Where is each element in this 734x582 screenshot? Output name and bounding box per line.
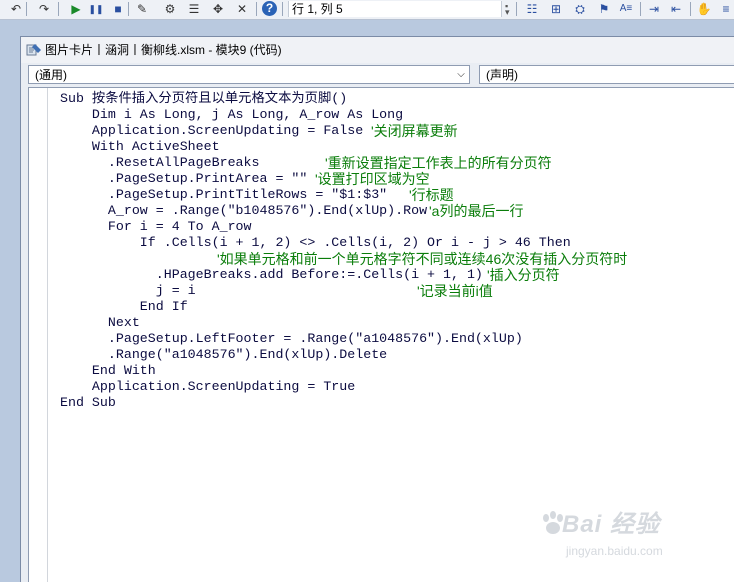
watermark-url: jingyan.baidu.com bbox=[566, 544, 663, 558]
code-line[interactable]: A_row = .Range("b1048576").End(xlUp).Row bbox=[60, 203, 427, 219]
toolbar-separator bbox=[26, 2, 27, 16]
toolbar-separator bbox=[58, 2, 59, 16]
code-comment: '关闭屏幕更新 bbox=[371, 123, 458, 139]
cursor-position-box: 行 1, 列 5 bbox=[288, 1, 502, 17]
code-comment: '重新设置指定工作表上的所有分页符 bbox=[325, 155, 552, 171]
code-line[interactable]: End With bbox=[60, 363, 156, 379]
code-window-titlebar[interactable]: 图片卡片丨涵洞丨衡柳线.xlsm - 模块9 (代码) bbox=[21, 37, 734, 63]
object-combo[interactable]: (通用) ⌵ bbox=[28, 65, 470, 84]
code-line[interactable]: .Range("a1048576").End(xlUp).Delete bbox=[60, 347, 387, 363]
undo-icon[interactable]: ↶ bbox=[8, 1, 24, 17]
code-comment: 'a列的最后一行 bbox=[429, 203, 524, 219]
watermark-text: Bai 经验 bbox=[562, 511, 661, 538]
code-line[interactable]: End If bbox=[60, 299, 188, 315]
code-comment: '行标题 bbox=[409, 187, 454, 203]
code-line[interactable]: End Sub bbox=[60, 395, 116, 411]
hand-icon[interactable]: ✋ bbox=[696, 1, 712, 17]
code-window-title: 图片卡片丨涵洞丨衡柳线.xlsm - 模块9 (代码) bbox=[45, 43, 282, 57]
object-combo-value: (通用) bbox=[35, 68, 67, 82]
help-icon[interactable]: ? bbox=[262, 1, 277, 16]
code-comment: '记录当前i值 bbox=[417, 283, 493, 299]
module-icon bbox=[26, 44, 41, 56]
code-line[interactable]: Application.ScreenUpdating = False bbox=[60, 123, 363, 139]
toolbar-separator bbox=[256, 2, 257, 16]
comment-block-icon[interactable]: ≡ bbox=[718, 1, 734, 17]
quick-info-icon[interactable]: ⛭ bbox=[572, 1, 588, 17]
procedure-combo[interactable]: (声明) bbox=[479, 65, 734, 84]
code-line[interactable]: Dim i As Long, j As Long, A_row As Long bbox=[60, 107, 403, 123]
toolbar-separator bbox=[282, 2, 283, 16]
code-line[interactable]: .PageSetup.PrintArea = "" bbox=[60, 171, 308, 187]
toolbar-separator bbox=[690, 2, 691, 16]
design-mode-icon[interactable]: ✎ bbox=[134, 1, 150, 17]
code-line[interactable]: If .Cells(i + 1, 2) <> .Cells(i, 2) Or i… bbox=[60, 235, 571, 251]
parameter-info-icon[interactable]: ⚑ bbox=[596, 1, 612, 17]
toolbox-icon[interactable]: ✕ bbox=[234, 1, 250, 17]
toolbar-separator bbox=[128, 2, 129, 16]
procedure-combo-value: (声明) bbox=[486, 68, 518, 82]
code-editor[interactable]: Sub 按条件插入分页符且以单元格文本为页脚() Dim i As Long, … bbox=[28, 87, 734, 582]
code-line[interactable]: .HPageBreaks.add Before:=.Cells(i + 1, 1… bbox=[60, 267, 483, 283]
cursor-position-label: 行 1, 列 5 bbox=[292, 2, 343, 16]
code-comment: '设置打印区域为空 bbox=[315, 171, 430, 187]
watermark: Bai 经验 jingyan.baidu.com bbox=[540, 510, 720, 564]
pause-icon[interactable]: ❚❚ bbox=[88, 1, 104, 17]
properties-icon[interactable]: ☰ bbox=[186, 1, 202, 17]
code-line[interactable]: Sub 按条件插入分页符且以单元格文本为页脚() bbox=[60, 91, 347, 107]
chevron-down-icon[interactable]: ⌵ bbox=[453, 66, 469, 83]
margin-indicator-bar[interactable] bbox=[29, 88, 48, 582]
code-line[interactable]: For i = 4 To A_row bbox=[60, 219, 252, 235]
outdent-icon[interactable]: ⇤ bbox=[668, 1, 684, 17]
complete-word-icon[interactable]: A≡ bbox=[618, 1, 634, 17]
object-browser-icon[interactable]: ✥ bbox=[210, 1, 226, 17]
indent-icon[interactable]: ⇥ bbox=[646, 1, 662, 17]
code-line[interactable]: .PageSetup.LeftFooter = .Range("a1048576… bbox=[60, 331, 523, 347]
code-line[interactable]: .ResetAllPageBreaks bbox=[60, 155, 260, 171]
code-line[interactable]: Next bbox=[60, 315, 140, 331]
code-line[interactable]: Application.ScreenUpdating = True bbox=[60, 379, 355, 395]
toolbar-separator bbox=[640, 2, 641, 16]
project-explorer-icon[interactable]: ⚙ bbox=[162, 1, 178, 17]
toolbar-separator bbox=[516, 2, 517, 16]
redo-icon[interactable]: ↷ bbox=[36, 1, 52, 17]
code-line[interactable]: With ActiveSheet bbox=[60, 139, 220, 155]
code-comment: '插入分页符 bbox=[487, 267, 560, 283]
standard-toolbar: ↶ ↷ ▶ ❚❚ ■ ✎ ⚙ ☰ ✥ ✕? 行 1, 列 5 ▪ ▾ ☷ ⊞ ⛭ ⚑ A≡ ⇥ ⇤ ✋ ≡ bbox=[0, 0, 734, 20]
code-line[interactable]: .PageSetup.PrintTitleRows = "$1:$3" bbox=[60, 187, 387, 203]
stop-icon[interactable]: ■ bbox=[110, 1, 126, 17]
toolbar-grip-icon[interactable]: ▪ ▾ bbox=[505, 2, 511, 17]
list-constants-icon[interactable]: ⊞ bbox=[548, 1, 564, 17]
list-properties-icon[interactable]: ☷ bbox=[524, 1, 540, 17]
run-icon[interactable]: ▶ bbox=[68, 1, 84, 17]
code-comment: '如果单元格和前一个单元格字符不同或连续46次没有插入分页符时 bbox=[217, 251, 628, 267]
code-window: 图片卡片丨涵洞丨衡柳线.xlsm - 模块9 (代码) (通用) ⌵ (声明) … bbox=[20, 36, 734, 582]
code-line[interactable]: j = i bbox=[60, 283, 196, 299]
